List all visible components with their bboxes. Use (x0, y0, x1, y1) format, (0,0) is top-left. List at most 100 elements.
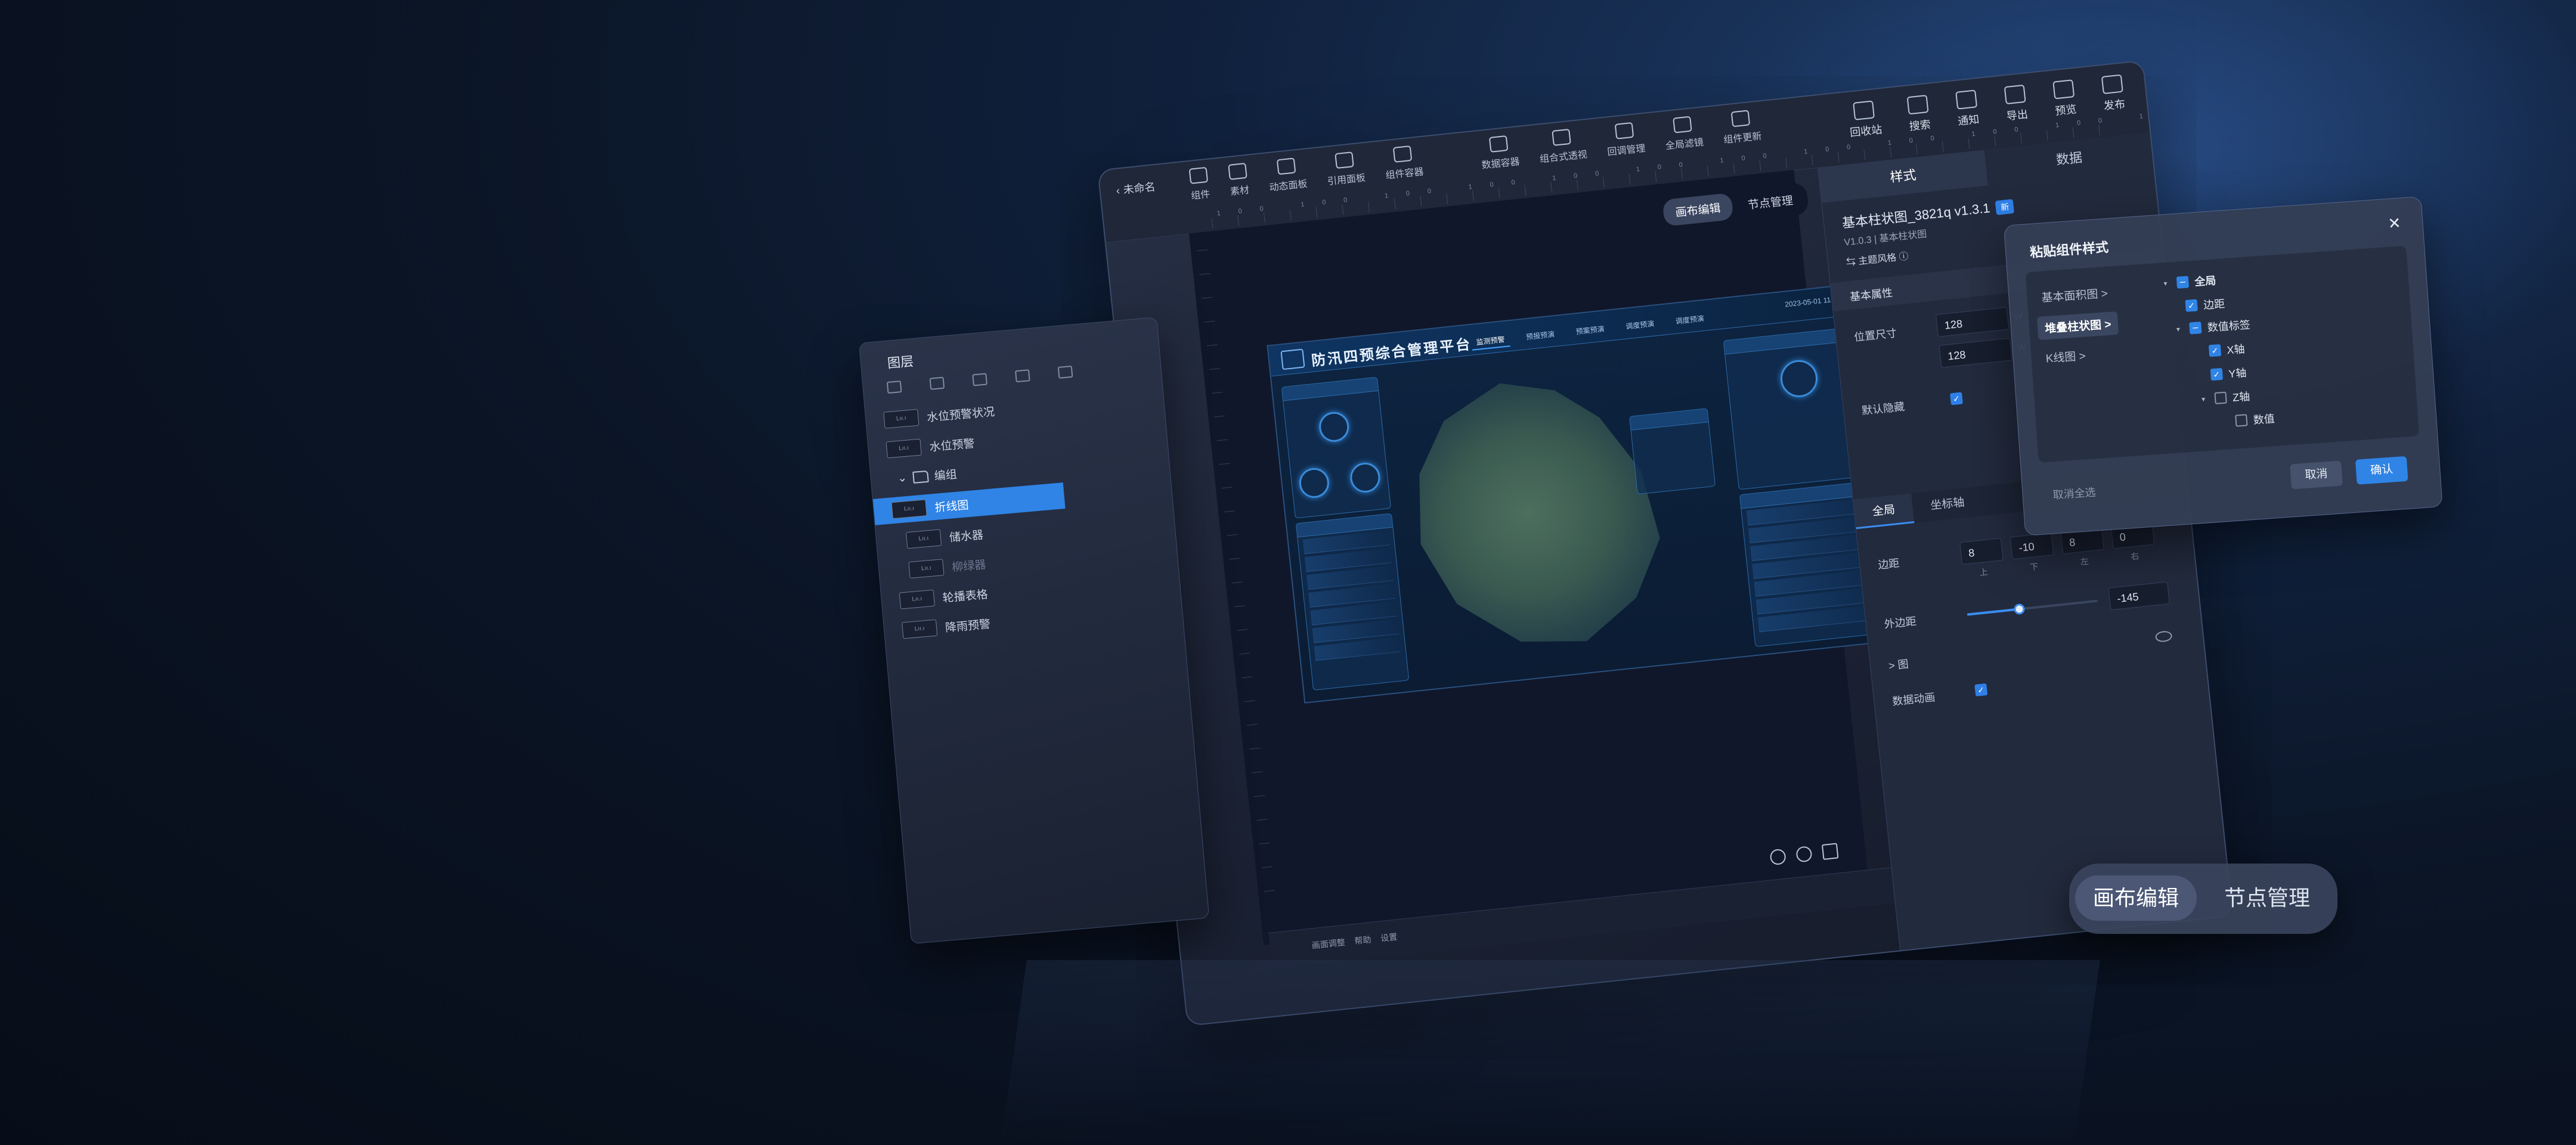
layer-label: 折线图 (934, 499, 970, 515)
confirm-button[interactable]: 确认 (2355, 456, 2408, 485)
layer-label: 水位预警状况 (926, 406, 995, 424)
new-badge: 新 (1995, 199, 2015, 215)
tool-label: 数据容器 (1481, 156, 1521, 171)
canvas-edit-tab[interactable]: 画布编辑 (2075, 875, 2197, 921)
tool-label: 引用面板 (1327, 173, 1366, 187)
tool-label: 导出 (2005, 108, 2029, 123)
toolbar-data-container-button[interactable]: 数据容器 (1479, 134, 1521, 171)
value-checkbox[interactable] (2235, 414, 2248, 427)
section-basic-label: 基本属性 (1849, 286, 1893, 304)
dashboard-nav-item[interactable]: 预报预演 (1521, 327, 1560, 346)
dynamic-panel-icon (1276, 157, 1296, 175)
outer-margin-slider[interactable] (1967, 599, 2098, 616)
layer-group-icon[interactable] (972, 373, 987, 386)
dashboard-nav-item[interactable]: 调度预演 (1620, 316, 1659, 335)
toolbar-filter-button[interactable]: 全局滤镜 (1662, 115, 1704, 152)
theme-style-link[interactable]: ⇆ 主题风格 ⓘ (1846, 248, 1909, 269)
chart-section-toggle[interactable]: > 图 (1888, 655, 1909, 673)
dashboard-title: 防汛四预综合管理平台 (1311, 336, 1473, 370)
layer-label: 储水器 (949, 528, 984, 544)
close-icon[interactable]: ✕ (2388, 214, 2402, 233)
toolbar-update-button[interactable]: 组件更新 (1721, 109, 1763, 146)
outer-margin-input[interactable]: -145 (2108, 581, 2170, 611)
dashboard-preview[interactable]: 防汛四预综合管理平台 监测预警 预报预演 预案预演 调度预演 调度预演 2023… (1267, 282, 1900, 704)
preview-button[interactable]: 预览 (2052, 79, 2077, 118)
dashboard-nav-item[interactable]: 预案预演 (1571, 321, 1610, 341)
margin-checkbox[interactable]: ✓ (2185, 299, 2198, 312)
reference-panel-icon (1335, 151, 1354, 169)
bottom-link[interactable]: 设置 (1380, 931, 1398, 945)
default-hidden-checkbox[interactable]: ✓ (1949, 392, 1963, 406)
tree-node-value: 数值 (2235, 410, 2275, 429)
data-label-checkbox[interactable]: – (2189, 321, 2202, 335)
toolbar-dynamic-panel-button[interactable]: 动态面板 (1267, 157, 1308, 194)
width-input[interactable]: 128 (1936, 307, 2010, 338)
recycle-bin-button[interactable]: 回收站 (1847, 100, 1883, 140)
layer-up-icon[interactable] (886, 380, 902, 394)
eye-icon[interactable] (2154, 630, 2173, 643)
back-button[interactable]: ‹ 未命名 (1115, 178, 1156, 198)
category-item-active[interactable]: 堆叠柱状图 > (2036, 311, 2119, 341)
y-axis-checkbox[interactable]: ✓ (2210, 368, 2223, 381)
margin-side-label: 右 (2130, 550, 2140, 562)
update-icon (1730, 110, 1751, 128)
layer-group[interactable]: ⌄ 编组 (897, 466, 958, 487)
data-container-icon (1488, 135, 1509, 153)
panel-table (1298, 528, 1406, 667)
node-manage-tab[interactable]: 节点管理 (1735, 185, 1806, 219)
dashboard-panel-left-top (1281, 376, 1392, 519)
margin-top-input[interactable]: 8 (1959, 537, 2004, 565)
zoom-in-icon[interactable] (1795, 846, 1813, 863)
toolbar-callback-button[interactable]: 回调管理 (1605, 121, 1646, 158)
floating-mode-switch: 画布编辑 节点管理 (2069, 864, 2337, 934)
layer-lock-icon[interactable] (1015, 369, 1030, 383)
tool-label: 通知 (1957, 113, 1980, 128)
data-animation-checkbox[interactable]: ✓ (1974, 683, 1988, 697)
bottom-link[interactable]: 画面调整 (1311, 936, 1346, 952)
node-manage-tab[interactable]: 节点管理 (2224, 875, 2310, 921)
toolbar-reference-panel-button[interactable]: 引用面板 (1324, 150, 1366, 187)
tab-global[interactable]: 全局 (1853, 493, 1915, 530)
fit-screen-icon[interactable] (1821, 843, 1839, 861)
toolbar-assets-button[interactable]: 素材 (1227, 162, 1250, 198)
layers-title: 图层 (887, 354, 915, 371)
clear-all-button[interactable]: 取消全选 (2052, 484, 2097, 502)
height-input[interactable]: 128 (1939, 338, 2012, 368)
bottom-link[interactable]: 帮助 (1354, 933, 1372, 947)
global-checkbox[interactable]: – (2176, 276, 2190, 289)
toolbar-perspective-button[interactable]: 组合式透视 (1537, 127, 1588, 165)
z-axis-checkbox[interactable] (2214, 391, 2227, 404)
publish-button[interactable]: 发布 (2101, 74, 2126, 113)
cancel-button[interactable]: 取消 (2290, 460, 2343, 490)
category-item[interactable]: 基本面积图 > (2041, 284, 2109, 305)
chart-thumbnail-icon: Lıı.ı (899, 589, 935, 609)
dashboard-nav-item[interactable]: 调度预演 (1670, 311, 1710, 330)
search-icon (1906, 94, 1929, 115)
floor-reflection (1001, 960, 2100, 1145)
margin-bottom-input[interactable]: -10 (2010, 533, 2054, 560)
layer-delete-icon[interactable] (1057, 365, 1073, 379)
tab-axis[interactable]: 坐标轴 (1911, 486, 1984, 523)
tool-label: 预览 (2054, 103, 2077, 117)
x-axis-checkbox[interactable]: ✓ (2208, 344, 2222, 357)
dashboard-nav-item[interactable]: 监测预警 (1470, 332, 1510, 351)
notification-button[interactable]: 通知 (1955, 89, 1980, 128)
toolbar-component-button[interactable]: 组件 (1188, 166, 1211, 202)
toolbar-component-container-button[interactable]: 组件容器 (1383, 144, 1425, 181)
export-button[interactable]: 导出 (2004, 84, 2029, 123)
editor-window: ‹ 未命名 组件 素材 动态面板 引用面板 组件容器 数据容器 组合式透视 回调管… (1097, 60, 2234, 1027)
zoom-out-icon[interactable] (1769, 848, 1787, 866)
recycle-bin-icon (1853, 100, 1875, 120)
chart-thumbnail-icon: Lıı.ı (891, 499, 927, 519)
slider-knob[interactable] (2013, 603, 2026, 615)
tool-label: 素材 (1230, 185, 1250, 197)
canvas-edit-tab[interactable]: 画布编辑 (1662, 193, 1734, 227)
search-button[interactable]: 搜索 (1906, 94, 1931, 134)
region-map (1379, 339, 1708, 685)
stage: ‹ 未命名 组件 素材 动态面板 引用面板 组件容器 数据容器 组合式透视 回调管… (0, 0, 2576, 1145)
layer-down-icon[interactable] (929, 376, 945, 390)
folder-icon (912, 470, 929, 484)
category-item[interactable]: K线图 > (2045, 347, 2086, 366)
tool-label: 组件更新 (1723, 131, 1763, 146)
notification-icon (1955, 89, 1978, 110)
